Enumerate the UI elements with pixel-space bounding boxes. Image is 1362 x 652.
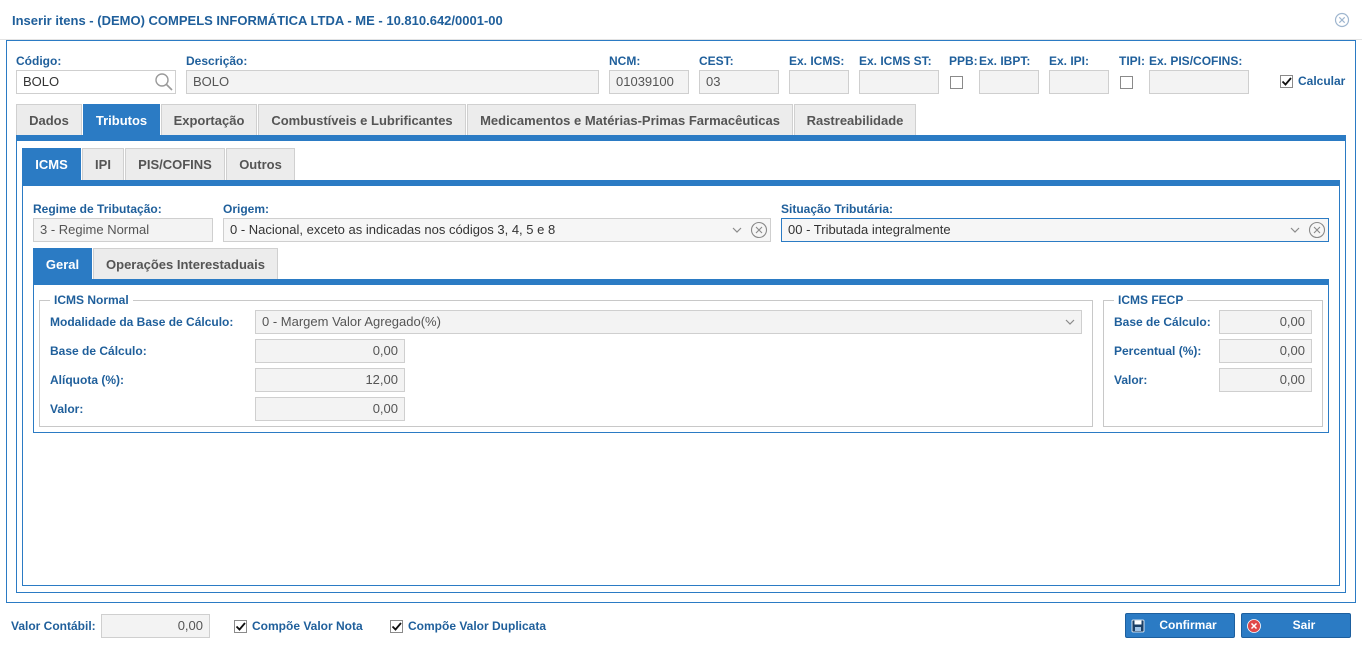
valor-contabil-label: Valor Contábil: [11,619,96,633]
sair-label: Sair [1292,618,1316,632]
tab-icms[interactable]: ICMS [22,148,81,180]
fecp-base-label: Base de Cálculo: [1114,315,1211,329]
compoe-nota-label: Compõe Valor Nota [252,619,363,633]
tab-tributos[interactable]: Tributos [83,104,160,136]
ex-ibpt-input[interactable] [979,70,1039,94]
regime-label: Regime de Tributação: [33,202,162,216]
search-icon[interactable] [154,72,174,92]
modalidade-select[interactable]: 0 - Margem Valor Agregado(%) [255,310,1082,334]
tab-pis-cofins[interactable]: PIS/COFINS [125,148,225,180]
confirmar-button[interactable]: Confirmar [1125,613,1235,638]
tab-dados[interactable]: Dados [16,104,82,136]
window-title: Inserir itens - (DEMO) COMPELS INFORMÁTI… [12,13,503,28]
sair-button[interactable]: Sair [1241,613,1351,638]
aliquota-input[interactable]: 12,00 [255,368,405,392]
clear-circle-icon[interactable] [1308,221,1326,239]
tab-operacoes-interestaduais[interactable]: Operações Interestaduais [93,248,278,280]
ex-icms-input[interactable] [789,70,849,94]
modalidade-label: Modalidade da Base de Cálculo: [50,315,234,329]
tab-rastreabilidade[interactable]: Rastreabilidade [794,104,916,136]
fecp-base-input[interactable]: 0,00 [1219,310,1312,334]
tab-exportacao[interactable]: Exportação [161,104,257,136]
checkmark-icon [391,622,402,631]
aliquota-label: Alíquota (%): [50,373,124,387]
compoe-nota-checkbox[interactable] [234,620,247,633]
tab-outros[interactable]: Outros [226,148,295,180]
valor-contabil-input[interactable]: 0,00 [101,614,210,638]
icms-fecp-legend: ICMS FECP [1114,293,1188,307]
ex-pis-cofins-input[interactable] [1149,70,1249,94]
title-bar: Inserir itens - (DEMO) COMPELS INFORMÁTI… [0,0,1362,40]
origem-select[interactable]: 0 - Nacional, exceto as indicadas nos có… [223,218,771,242]
ex-ipi-input[interactable] [1049,70,1109,94]
ex-icms-st-label: Ex. ICMS ST: [859,54,932,68]
valor-label: Valor: [50,402,84,416]
tab-medicamentos[interactable]: Medicamentos e Matérias-Primas Farmacêut… [467,104,793,136]
base-calculo-input[interactable]: 0,00 [255,339,405,363]
close-circle-icon[interactable] [1334,12,1350,28]
ex-icms-label: Ex. ICMS: [789,54,845,68]
confirmar-label: Confirmar [1159,618,1217,632]
regime-input[interactable]: 3 - Regime Normal [33,218,213,242]
ppb-label: PPB: [949,54,978,68]
origem-value: 0 - Nacional, exceto as indicadas nos có… [230,222,556,237]
chevron-down-icon[interactable] [1289,224,1301,236]
ncm-input[interactable]: 01039100 [609,70,689,94]
ncm-label: NCM: [609,54,641,68]
tipi-label: TIPI: [1119,54,1145,68]
valor-input[interactable]: 0,00 [255,397,405,421]
cest-input[interactable]: 03 [699,70,779,94]
calcular-checkbox[interactable] [1280,75,1293,88]
checkmark-icon [235,622,246,631]
calcular-label: Calcular [1298,74,1346,88]
situacao-label: Situação Tributária: [781,202,894,216]
ex-icms-st-input[interactable] [859,70,939,94]
ex-ipi-label: Ex. IPI: [1049,54,1090,68]
codigo-input[interactable]: BOLO [16,70,176,94]
chevron-down-icon[interactable] [731,224,743,236]
compoe-duplicata-checkbox[interactable] [390,620,403,633]
ppb-checkbox[interactable] [950,76,963,89]
codigo-label: Código: [16,54,62,68]
tab-geral[interactable]: Geral [33,248,92,280]
descricao-input[interactable]: BOLO [186,70,599,94]
compoe-duplicata-label: Compõe Valor Duplicata [408,619,547,633]
origem-label: Origem: [223,202,270,216]
base-calculo-label: Base de Cálculo: [50,344,147,358]
tipi-checkbox[interactable] [1120,76,1133,89]
icms-normal-legend: ICMS Normal [50,293,133,307]
chevron-down-icon[interactable] [1064,316,1076,328]
fecp-percentual-input[interactable]: 0,00 [1219,339,1312,363]
situacao-value: 00 - Tributada integralmente [788,222,951,237]
ex-ibpt-label: Ex. IBPT: [979,54,1031,68]
fecp-valor-input[interactable]: 0,00 [1219,368,1312,392]
fecp-percentual-label: Percentual (%): [1114,344,1202,358]
clear-circle-icon[interactable] [750,221,768,239]
tab-combustiveis[interactable]: Combustíveis e Lubrificantes [258,104,466,136]
descricao-label: Descrição: [186,54,248,68]
situacao-select[interactable]: 00 - Tributada integralmente [781,218,1329,242]
ex-pis-cofins-label: Ex. PIS/COFINS: [1149,54,1243,68]
cest-label: CEST: [699,54,734,68]
checkmark-icon [1281,77,1292,86]
tab-ipi[interactable]: IPI [82,148,124,180]
fecp-valor-label: Valor: [1114,373,1148,387]
